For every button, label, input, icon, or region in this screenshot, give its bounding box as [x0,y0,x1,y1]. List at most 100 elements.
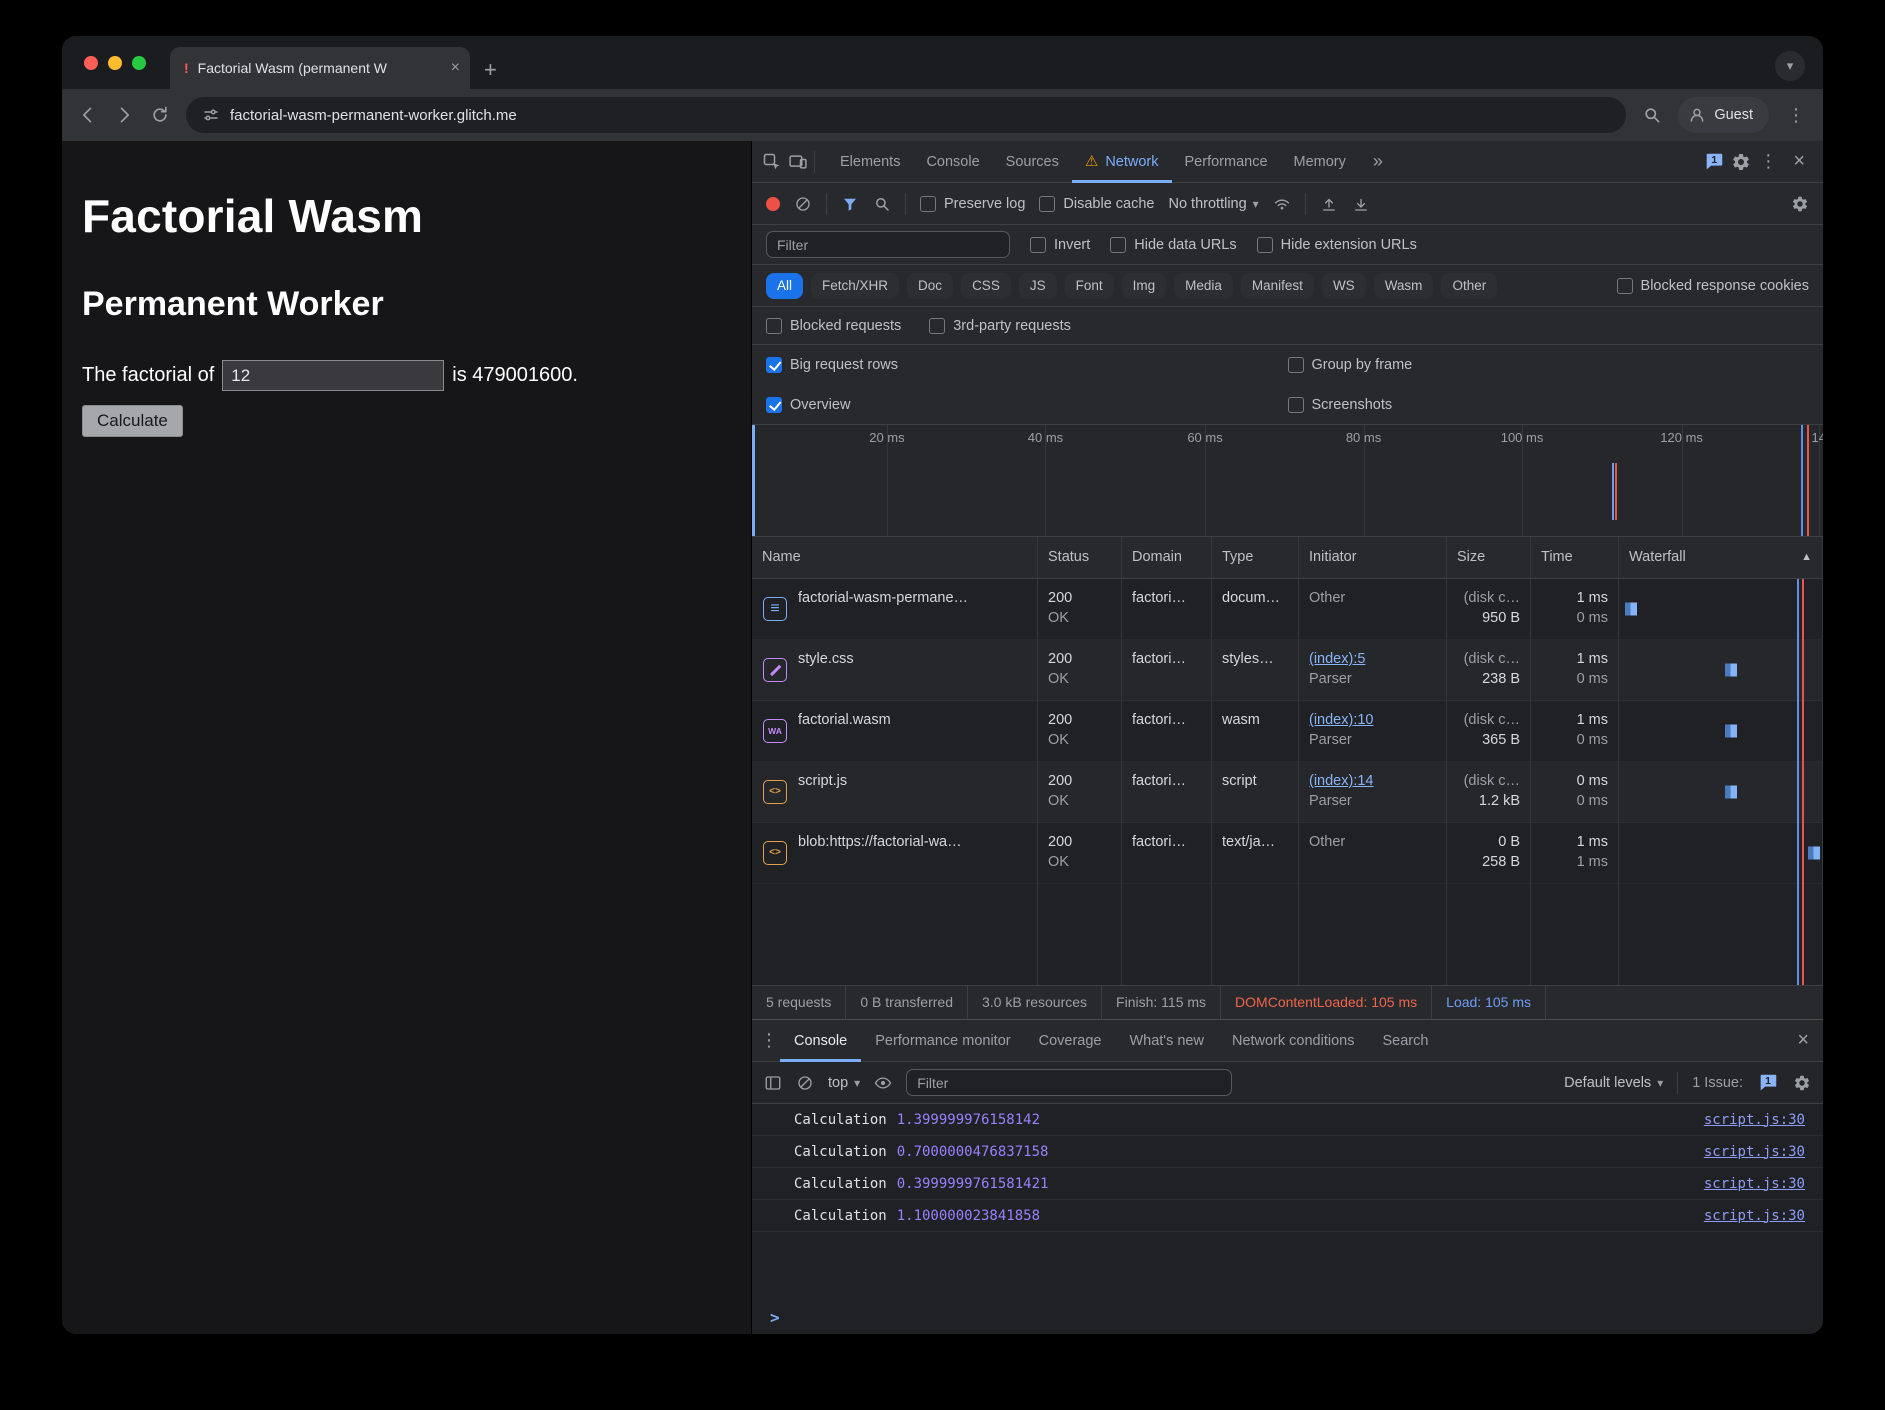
third-party-requests-checkbox[interactable]: 3rd-party requests [929,318,1071,334]
request-type-chip[interactable]: Media [1174,273,1233,299]
console-filter-input[interactable] [906,1069,1232,1096]
table-column-header[interactable]: Time [1531,537,1619,578]
tab-close-icon[interactable] [451,59,460,77]
request-type-chip[interactable]: All [766,273,803,299]
issues-counter-icon[interactable]: 1 [1703,151,1725,173]
factorial-input[interactable] [222,360,444,391]
clear-console-icon[interactable] [796,1074,814,1092]
site-info-icon[interactable] [202,106,220,124]
export-har-icon[interactable] [1352,195,1370,213]
devtools-tab[interactable]: Network [1072,141,1172,183]
browser-menu-icon[interactable] [1785,105,1807,126]
blocked-response-cookies-checkbox[interactable]: Blocked response cookies [1617,278,1809,294]
drawer-close-icon[interactable] [1789,1029,1817,1052]
network-request-row[interactable]: blob:https://factorial-wa… 200 OK factor… [752,823,1823,884]
network-request-row[interactable]: factorial.wasm 200 OK factori… [752,701,1823,762]
issue-count-label[interactable]: 1 Issue: [1692,1075,1743,1091]
group-by-frame-checkbox[interactable]: Group by frame [1288,357,1810,373]
table-column-header[interactable]: Domain [1122,537,1212,578]
devtools-tab[interactable]: Memory [1281,141,1359,183]
console-source-link[interactable]: script.js:30 [1704,1208,1805,1224]
filter-funnel-icon[interactable] [841,195,859,213]
devtools-tab[interactable]: Performance [1172,141,1281,183]
initiator-link[interactable]: (index):5 [1309,651,1365,667]
back-icon[interactable] [78,105,98,125]
search-network-icon[interactable] [873,195,891,213]
drawer-tab[interactable]: Network conditions [1218,1020,1369,1062]
network-settings-icon[interactable] [1791,195,1809,213]
reload-icon[interactable] [150,105,170,125]
console-settings-icon[interactable] [1793,1074,1811,1092]
minimize-window-button[interactable] [108,56,122,70]
hide-extension-urls-checkbox[interactable]: Hide extension URLs [1257,237,1417,253]
console-prompt[interactable] [752,1300,1823,1334]
device-toolbar-icon[interactable] [788,152,808,172]
request-type-chip[interactable]: Doc [907,273,953,299]
devtools-menu-icon[interactable] [1757,151,1779,172]
new-tab-button[interactable] [484,59,497,81]
close-window-button[interactable] [84,56,98,70]
log-levels-dropdown[interactable]: Default levels [1564,1075,1663,1091]
console-source-link[interactable]: script.js:30 [1704,1112,1805,1128]
maximize-window-button[interactable] [132,56,146,70]
forward-icon[interactable] [114,105,134,125]
request-type-chip[interactable]: Wasm [1374,273,1434,299]
request-type-chip[interactable]: Manifest [1241,273,1314,299]
request-type-chip[interactable]: Fetch/XHR [811,273,899,299]
initiator-link[interactable]: Other [1309,590,1345,606]
table-column-header[interactable]: Waterfall [1619,537,1823,578]
preserve-log-checkbox[interactable]: Preserve log [920,196,1025,212]
profile-button[interactable]: Guest [1678,97,1769,133]
more-tabs-icon[interactable] [1365,151,1391,172]
invert-checkbox[interactable]: Invert [1030,237,1090,253]
table-column-header[interactable]: Status [1038,537,1122,578]
devtools-tab[interactable]: Console [913,141,992,183]
request-type-chip[interactable]: Other [1441,273,1497,299]
drawer-tab[interactable]: Coverage [1025,1020,1116,1062]
network-request-row[interactable]: factorial-wasm-permane… 200 OK factori… [752,579,1823,640]
blocked-requests-checkbox[interactable]: Blocked requests [766,318,901,334]
disable-cache-checkbox[interactable]: Disable cache [1039,196,1154,212]
devtools-tab[interactable]: Elements [827,141,913,183]
drawer-tab[interactable]: Performance monitor [861,1020,1024,1062]
timeline-selection-handle[interactable] [752,425,755,536]
url-bar[interactable]: factorial-wasm-permanent-worker.glitch.m… [186,97,1626,133]
network-request-row[interactable]: style.css 200 OK factori… [752,640,1823,701]
devtools-tab[interactable]: Sources [993,141,1072,183]
console-sidebar-icon[interactable] [764,1074,782,1092]
inspect-element-icon[interactable] [762,152,782,172]
console-source-link[interactable]: script.js:30 [1704,1176,1805,1192]
network-filter-input[interactable] [766,231,1010,258]
request-type-chip[interactable]: CSS [961,273,1011,299]
overview-checkbox[interactable]: Overview [766,397,1288,413]
initiator-link[interactable]: Other [1309,834,1345,850]
network-conditions-icon[interactable] [1273,195,1291,213]
import-har-icon[interactable] [1320,195,1338,213]
clear-network-log-icon[interactable] [794,195,812,213]
initiator-link[interactable]: (index):10 [1309,712,1373,728]
network-request-row[interactable]: script.js 200 OK factori… [752,762,1823,823]
devtools-close-icon[interactable] [1785,150,1813,173]
big-request-rows-checkbox[interactable]: Big request rows [766,357,1288,373]
drawer-tab[interactable]: What's new [1115,1020,1218,1062]
drawer-menu-icon[interactable] [758,1030,780,1051]
drawer-tab[interactable]: Console [780,1020,861,1062]
request-type-chip[interactable]: WS [1322,273,1366,299]
table-column-header[interactable]: Type [1212,537,1299,578]
request-type-chip[interactable]: Img [1122,273,1167,299]
eye-icon[interactable] [874,1074,892,1092]
tab-search-button[interactable] [1775,51,1805,81]
request-type-chip[interactable]: Font [1065,273,1114,299]
drawer-tab[interactable]: Search [1368,1020,1442,1062]
browser-tab[interactable]: ! Factorial Wasm (permanent W [170,47,470,89]
console-context-dropdown[interactable]: top [828,1075,860,1091]
hide-data-urls-checkbox[interactable]: Hide data URLs [1110,237,1236,253]
table-column-header[interactable]: Name [752,537,1038,578]
initiator-link[interactable]: (index):14 [1309,773,1373,789]
record-network-log-icon[interactable] [766,197,780,211]
zoom-search-icon[interactable] [1642,105,1662,125]
table-column-header[interactable]: Size [1447,537,1531,578]
network-overview-timeline[interactable]: 20 ms 40 ms 60 ms 80 ms 100 ms 120 ms 14 [752,425,1823,537]
calculate-button[interactable]: Calculate [82,405,183,437]
console-source-link[interactable]: script.js:30 [1704,1144,1805,1160]
